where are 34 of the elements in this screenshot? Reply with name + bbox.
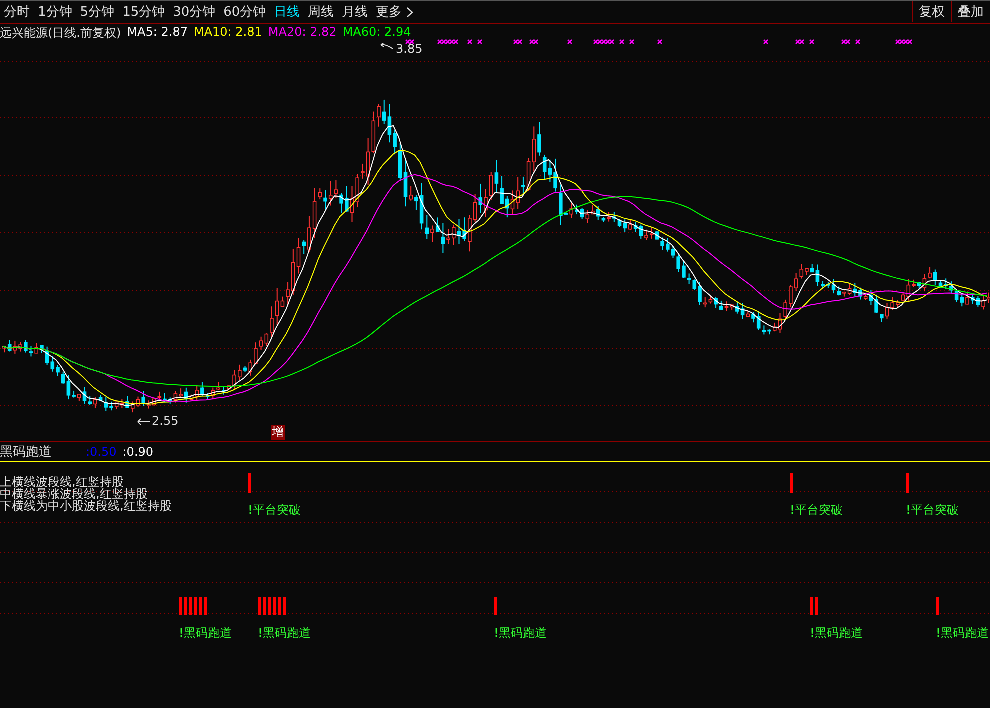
increase-badge: 增 [271,425,285,440]
legend-note: 下横线为中小股波段线,红竖持股 [0,500,172,512]
toolbar-button[interactable]: 叠加 [951,1,990,22]
stock-title: 远兴能源(日线.前复权) [0,25,122,42]
signal-label: !黑码跑道 [810,625,863,642]
signal-label: !平台突破 [248,502,301,519]
period-tab[interactable]: 周线 [304,2,338,22]
signal-label: !平台突破 [790,502,843,519]
ma-value: MA60: 2.94 [342,25,412,41]
period-tab[interactable]: 月线 [338,2,372,22]
period-tab[interactable]: 分时 [0,2,34,22]
period-tab[interactable]: 日线 [270,2,304,22]
ma-value: MA20: 2.82 [268,25,337,41]
more-button[interactable]: 更多 [372,2,418,22]
period-tab[interactable]: 5分钟 [76,2,119,22]
signal-label: !黑码跑道 [258,625,311,642]
indicator-name: 黑码跑道 [0,444,53,460]
period-tab[interactable]: 1分钟 [34,2,76,22]
signal-label: !黑码跑道 [494,625,547,642]
period-tab[interactable]: 15分钟 [118,2,170,22]
ma-value: MA5: 2.87 [127,25,188,41]
legend-note: 上横线波段线,红竖持股 [0,476,124,488]
low-price-label: 2.55 [152,414,179,428]
indicator-value: :0.90 [122,444,154,458]
signal-label: !黑码跑道 [936,625,989,642]
ma-value: MA10: 2.81 [194,25,262,41]
toolbar-button[interactable]: 复权 [912,1,951,22]
period-tab[interactable]: 30分钟 [169,2,220,22]
legend-note: 中横线暴涨波段线,红竖持股 [0,488,148,500]
indicator-value: :0.50 [86,444,117,458]
signal-label: !黑码跑道 [179,625,232,642]
high-price-label: 3.85 [396,42,423,56]
period-tab[interactable]: 60分钟 [220,2,270,22]
signal-label: !平台突破 [906,502,959,519]
